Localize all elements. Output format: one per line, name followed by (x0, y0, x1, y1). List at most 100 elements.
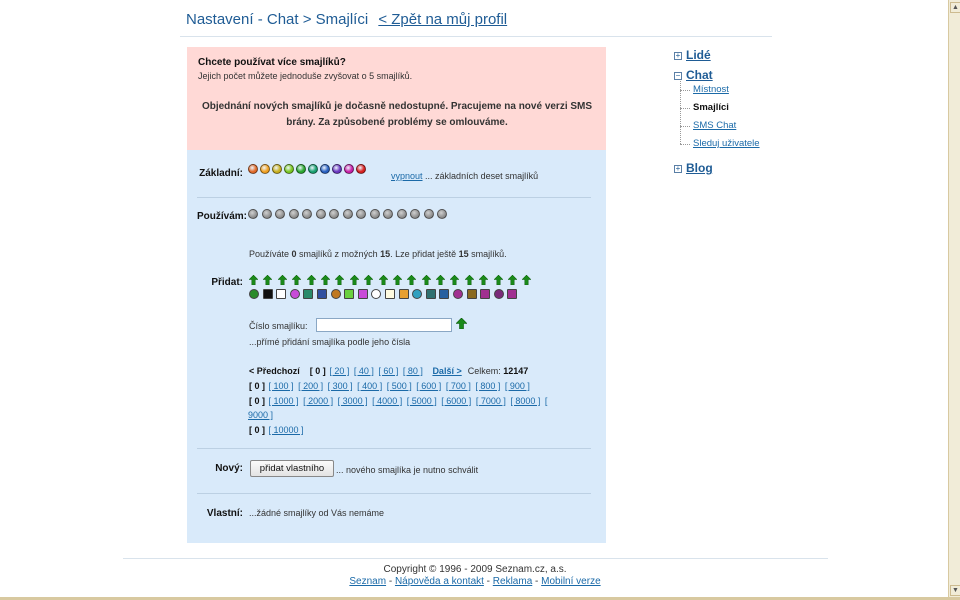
page-link[interactable]: [ 8000 ] (510, 396, 540, 406)
page-link[interactable]: [ 300 ] (328, 381, 353, 391)
page-link[interactable]: [ 7000 ] (476, 396, 506, 406)
empty-slot-icon[interactable] (423, 209, 434, 220)
available-smiley-icon[interactable] (316, 289, 327, 300)
add-arrow-icon[interactable] (292, 275, 302, 286)
empty-slot-icon[interactable] (437, 209, 447, 220)
add-own-smiley-button[interactable]: přidat vlastního (250, 460, 334, 477)
add-arrow-icon[interactable] (450, 275, 460, 286)
available-smiley-icon[interactable] (262, 289, 273, 300)
expand-plus-icon[interactable]: + (674, 52, 682, 60)
scroll-up-icon[interactable]: ▲ (950, 2, 960, 13)
page-link[interactable]: [ 900 ] (505, 381, 530, 391)
available-smiley-icon[interactable] (452, 289, 463, 300)
add-arrow-icon[interactable] (263, 275, 273, 286)
available-smiley-icon[interactable] (249, 289, 259, 300)
available-smiley-icon[interactable] (466, 289, 477, 300)
available-smiley-icon[interactable] (330, 289, 341, 300)
empty-slot-icon[interactable] (315, 209, 326, 220)
page-link[interactable]: [ 800 ] (475, 381, 500, 391)
page-link[interactable]: [ 200 ] (298, 381, 323, 391)
available-smiley-icon[interactable] (344, 289, 355, 300)
add-arrow-icon[interactable] (349, 275, 359, 286)
empty-slot-icon[interactable] (396, 209, 407, 220)
add-arrow-icon[interactable] (277, 275, 287, 286)
add-arrow-icon[interactable] (508, 275, 518, 286)
page-link[interactable]: [ 700 ] (446, 381, 471, 391)
page-link[interactable]: [ 400 ] (357, 381, 382, 391)
available-smiley-icon[interactable] (425, 289, 436, 300)
available-smiley-icon[interactable] (276, 289, 287, 300)
page-link[interactable]: [ 1000 ] (269, 396, 299, 406)
available-smiley-icon[interactable] (507, 289, 518, 300)
add-arrow-icon[interactable] (306, 275, 316, 286)
page-link[interactable]: [ 5000 ] (407, 396, 437, 406)
next-page-link[interactable]: Další > (432, 366, 461, 376)
add-arrow-icon[interactable] (464, 275, 474, 286)
collapse-minus-icon[interactable]: − (674, 72, 682, 80)
add-arrow-icon[interactable] (320, 275, 330, 286)
footer-link-mobilni[interactable]: Mobilní verze (541, 576, 600, 587)
add-arrow-icon[interactable] (249, 275, 258, 286)
available-smiley-icon[interactable] (493, 289, 504, 300)
empty-slot-icon[interactable] (342, 209, 353, 220)
sidebar-item-smajlici[interactable]: Smajlíci (693, 102, 729, 113)
empty-slot-icon[interactable] (329, 209, 339, 220)
available-smiley-icon[interactable] (412, 289, 423, 300)
empty-slot-icon[interactable] (302, 209, 312, 220)
page-link[interactable]: [ 3000 ] (338, 396, 368, 406)
add-arrow-icon[interactable] (378, 275, 388, 286)
page-link[interactable]: [ 40 ] (354, 366, 374, 376)
available-smiley-icon[interactable] (384, 289, 395, 300)
page-link[interactable]: [ 60 ] (378, 366, 398, 376)
empty-slot-icon[interactable] (356, 209, 366, 220)
page-link[interactable]: [ 100 ] (269, 381, 294, 391)
page-link[interactable]: [ 20 ] (329, 366, 349, 376)
scroll-down-icon[interactable]: ▼ (950, 585, 960, 596)
page-link[interactable]: 9000 ] (248, 410, 273, 420)
add-arrow-icon[interactable] (392, 275, 402, 286)
disable-basic-link[interactable]: vypnout (391, 171, 423, 181)
add-arrow-icon[interactable] (407, 275, 417, 286)
available-smiley-icon[interactable] (439, 289, 450, 300)
empty-slot-icon[interactable] (248, 209, 258, 220)
sidebar-item-sms-chat[interactable]: SMS Chat (693, 120, 736, 131)
page-link[interactable]: [ 6000 ] (441, 396, 471, 406)
available-smiley-icon[interactable] (371, 289, 382, 300)
empty-slot-icon[interactable] (383, 209, 393, 220)
page-link[interactable]: [ 10000 ] (269, 425, 304, 435)
add-arrow-icon[interactable] (436, 275, 446, 286)
empty-slot-icon[interactable] (275, 209, 285, 220)
available-smiley-icon[interactable] (480, 289, 491, 300)
page-link[interactable]: [ 600 ] (416, 381, 441, 391)
number-add-arrow-icon[interactable] (455, 317, 468, 331)
empty-slot-icon[interactable] (369, 209, 380, 220)
sidebar-item-mistnost[interactable]: Místnost (693, 84, 729, 95)
sidebar-item-blog[interactable]: Blog (686, 161, 713, 175)
add-arrow-icon[interactable] (493, 275, 503, 286)
smiley-number-input[interactable] (316, 318, 452, 332)
empty-slot-icon[interactable] (261, 209, 272, 220)
available-smiley-icon[interactable] (303, 289, 314, 300)
empty-slot-icon[interactable] (410, 209, 420, 220)
sidebar-item-sleduj[interactable]: Sleduj uživatele (693, 138, 760, 149)
sidebar-item-chat[interactable]: Chat (686, 68, 713, 82)
page-link[interactable]: [ 500 ] (387, 381, 412, 391)
page-link[interactable]: [ 4000 ] (372, 396, 402, 406)
sidebar-item-lide[interactable]: Lidé (686, 48, 711, 62)
available-smiley-icon[interactable] (289, 289, 300, 300)
back-to-profile-link[interactable]: < Zpět na můj profil (378, 11, 507, 28)
scrollbar[interactable]: ▲ ▼ (948, 0, 960, 600)
available-smiley-icon[interactable] (398, 289, 409, 300)
add-arrow-icon[interactable] (522, 275, 532, 286)
add-arrow-icon[interactable] (421, 275, 431, 286)
footer-link-napoveda[interactable]: Nápověda a kontakt (395, 576, 484, 587)
empty-slot-icon[interactable] (288, 209, 299, 220)
page-link[interactable]: [ (545, 396, 548, 406)
add-arrow-icon[interactable] (479, 275, 489, 286)
footer-link-seznam[interactable]: Seznam (349, 576, 386, 587)
expand-plus-icon[interactable]: + (674, 165, 682, 173)
page-link[interactable]: [ 2000 ] (303, 396, 333, 406)
available-smiley-icon[interactable] (357, 289, 368, 300)
footer-link-reklama[interactable]: Reklama (493, 576, 532, 587)
page-link[interactable]: [ 80 ] (403, 366, 423, 376)
